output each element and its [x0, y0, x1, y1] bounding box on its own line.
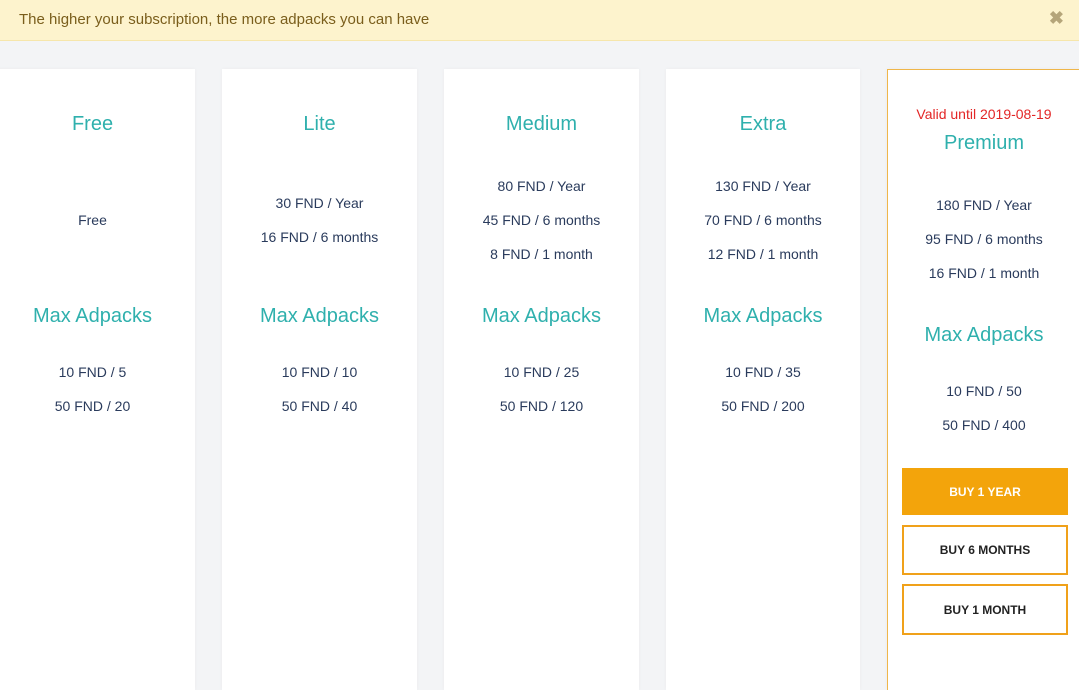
plan-price: 130 FND / Year	[715, 178, 811, 194]
adpack-price: 50 FND / 20	[54, 398, 131, 414]
plan-name: Medium	[505, 113, 578, 135]
adpack-price: 50 FND / 40	[281, 398, 358, 414]
plan-card-medium: Medium 80 FND / Year 45 FND / 6 months 8…	[444, 69, 639, 690]
plan-price: 30 FND / Year	[275, 195, 364, 211]
max-adpacks-title: Max Adpacks	[924, 324, 1044, 346]
adpack-price: 50 FND / 400	[942, 417, 1026, 433]
max-adpacks-title: Max Adpacks	[260, 305, 379, 327]
max-adpacks-title: Max Adpacks	[33, 305, 152, 327]
adpack-price: 10 FND / 10	[281, 364, 358, 380]
plan-name: Premium	[943, 132, 1024, 154]
adpack-price: 10 FND / 25	[503, 364, 580, 380]
close-icon[interactable]: ✖	[1049, 8, 1064, 29]
max-adpacks-title: Max Adpacks	[703, 305, 823, 327]
plan-price: 12 FND / 1 month	[707, 246, 819, 262]
adpack-price: 50 FND / 120	[499, 398, 584, 414]
buy-1-month-button[interactable]: BUY 1 MONTH	[902, 584, 1068, 635]
plan-price: 95 FND / 6 months	[925, 231, 1043, 247]
plan-card-lite: Lite 30 FND / Year 16 FND / 6 months Max…	[222, 69, 417, 690]
valid-until-label: Valid until 2019-08-19	[916, 106, 1052, 122]
plan-name: Extra	[739, 113, 787, 135]
plan-name: Free	[71, 113, 114, 135]
plan-card-extra: Extra 130 FND / Year 70 FND / 6 months 1…	[666, 69, 860, 690]
plan-price: 16 FND / 1 month	[928, 265, 1040, 281]
plan-price: 45 FND / 6 months	[482, 212, 601, 228]
plan-price: 80 FND / Year	[497, 178, 586, 194]
plan-name: Lite	[303, 113, 336, 135]
plan-price: 70 FND / 6 months	[704, 212, 822, 228]
adpack-price: 50 FND / 200	[721, 398, 805, 414]
plan-price: Free	[78, 212, 107, 228]
buy-6-months-button[interactable]: BUY 6 MONTHS	[902, 525, 1068, 575]
plan-card-free: Free Free Max Adpacks 10 FND / 5 50 FND …	[0, 69, 195, 690]
plan-price: 16 FND / 6 months	[260, 229, 379, 245]
adpack-price: 10 FND / 35	[725, 364, 801, 380]
plan-card-premium: Valid until 2019-08-19 Premium 180 FND /…	[887, 69, 1079, 690]
plan-price: 180 FND / Year	[936, 197, 1032, 213]
adpack-price: 10 FND / 50	[946, 383, 1022, 399]
max-adpacks-title: Max Adpacks	[482, 305, 601, 327]
adpack-price: 10 FND / 5	[58, 364, 127, 380]
buy-1-year-button[interactable]: BUY 1 YEAR	[902, 468, 1068, 515]
alert-message: The higher your subscription, the more a…	[19, 11, 430, 28]
info-alert: The higher your subscription, the more a…	[0, 0, 1079, 41]
plan-price: 8 FND / 1 month	[490, 246, 593, 262]
